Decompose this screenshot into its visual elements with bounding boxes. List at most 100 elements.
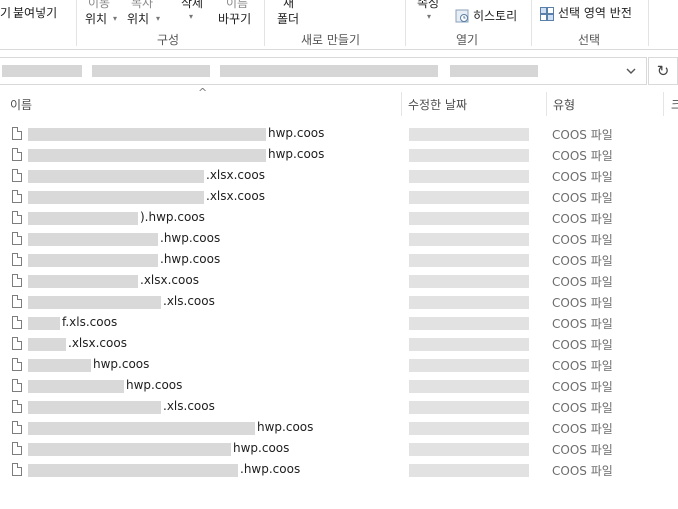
file-row[interactable]: .xlsx.coos COOS 파일 [0,187,678,208]
column-header-name[interactable]: 이름 [10,96,32,113]
file-icon [12,253,22,266]
delete-chevron-icon: ▾ [189,12,194,21]
file-type: COOS 파일 [552,296,613,310]
column-divider[interactable] [401,92,402,116]
file-icon [12,295,22,308]
file-icon [12,169,22,182]
modified-date-redacted [409,233,529,246]
file-icon [12,127,22,140]
move-to-button[interactable]: 위치 [85,12,107,26]
file-type: COOS 파일 [552,275,613,289]
file-type: COOS 파일 [552,149,613,163]
properties-chevron-icon: ▾ [427,12,432,21]
history-button[interactable]: 히스토리 [473,9,517,23]
new-folder-button[interactable]: 폴더 [277,12,299,26]
column-header-modified[interactable]: 수정한 날짜 [408,96,467,113]
invert-selection-icon [540,6,554,21]
file-row[interactable]: ).hwp.coos COOS 파일 [0,208,678,229]
rename-label-top: 이름 [226,0,249,10]
file-row[interactable]: hwp.coos COOS 파일 [0,439,678,460]
file-type: COOS 파일 [552,338,613,352]
file-icon [12,463,22,476]
properties-button[interactable]: 속성 [417,0,439,10]
filename-redacted [28,338,66,351]
file-icon [12,337,22,350]
file-name-suffix: hwp.coos [93,357,150,371]
group-label-new: 새로 만들기 [301,33,361,47]
modified-date-redacted [409,128,529,141]
file-icon [12,232,22,245]
ribbon-divider [648,0,649,46]
modified-date-redacted [409,464,529,477]
file-row[interactable]: hwp.coos COOS 파일 [0,124,678,145]
file-type: COOS 파일 [552,401,613,415]
column-header-type[interactable]: 유형 [553,96,575,113]
rename-button[interactable]: 바꾸기 [218,12,251,26]
file-row[interactable]: .xls.coos COOS 파일 [0,292,678,313]
delete-button[interactable]: 삭제 [181,0,203,10]
address-path-redacted [92,65,210,77]
file-row[interactable]: .hwp.coos COOS 파일 [0,250,678,271]
file-row[interactable]: f.xls.coos COOS 파일 [0,313,678,334]
filename-redacted [28,128,266,141]
file-row[interactable]: hwp.coos COOS 파일 [0,418,678,439]
file-type: COOS 파일 [552,170,613,184]
filename-redacted [28,422,255,435]
new-folder-label-top: 새 [283,0,295,10]
modified-date-redacted [409,401,529,414]
file-row[interactable]: hwp.coos COOS 파일 [0,376,678,397]
column-divider[interactable] [663,92,664,116]
file-row[interactable]: .xlsx.coos COOS 파일 [0,271,678,292]
filename-redacted [28,359,91,372]
ribbon-divider [531,0,532,46]
file-type: COOS 파일 [552,359,613,373]
file-type: COOS 파일 [552,422,613,436]
filename-redacted [28,233,158,246]
copy-to-chevron-icon: ▾ [156,14,161,23]
address-bar[interactable] [0,57,647,85]
group-label-select: 선택 [578,33,601,47]
modified-date-redacted [409,380,529,393]
modified-date-redacted [409,149,529,162]
modified-date-redacted [409,191,529,204]
file-name-suffix: .hwp.coos [160,231,221,245]
invert-selection-button[interactable]: 선택 영역 반전 [558,6,632,20]
file-row[interactable]: .xls.coos COOS 파일 [0,397,678,418]
ribbon: 기 붙여넣기 이동 위치 ▾ 복사 위치 ▾ 삭제 ▾ 이름 바꾸기 새 폴더 … [0,0,678,50]
file-type: COOS 파일 [552,254,613,268]
file-row[interactable]: hwp.coos COOS 파일 [0,145,678,166]
filename-redacted [28,275,138,288]
file-name-suffix: .xlsx.coos [206,189,265,203]
file-row[interactable]: .hwp.coos COOS 파일 [0,460,678,481]
column-divider[interactable] [546,92,547,116]
paste-button[interactable]: 붙여넣기 [13,6,57,20]
filename-redacted [28,443,231,456]
ribbon-divider [76,0,77,46]
filename-redacted [28,296,161,309]
history-icon [455,8,469,23]
modified-date-redacted [409,212,529,225]
move-to-chevron-icon: ▾ [113,14,118,23]
modified-date-redacted [409,317,529,330]
file-icon [12,421,22,434]
filename-redacted [28,317,60,330]
file-name-suffix: hwp.coos [126,378,183,392]
modified-date-redacted [409,170,529,183]
copy-to-button[interactable]: 위치 [127,12,149,26]
file-type: COOS 파일 [552,464,613,478]
modified-date-redacted [409,359,529,372]
file-icon [12,379,22,392]
file-name-suffix: .xls.coos [163,399,215,413]
file-row[interactable]: .hwp.coos COOS 파일 [0,229,678,250]
file-name-suffix: hwp.coos [233,441,290,455]
column-header-size[interactable]: 크 [671,96,678,113]
file-row[interactable]: .xlsx.coos COOS 파일 [0,166,678,187]
file-row[interactable]: hwp.coos COOS 파일 [0,355,678,376]
file-row[interactable]: .xlsx.coos COOS 파일 [0,334,678,355]
file-name-suffix: .xlsx.coos [206,168,265,182]
chevron-down-icon[interactable] [625,63,637,77]
file-name-suffix: .xls.coos [163,294,215,308]
refresh-icon[interactable]: ↻ [648,57,678,85]
modified-date-redacted [409,422,529,435]
file-type: COOS 파일 [552,317,613,331]
